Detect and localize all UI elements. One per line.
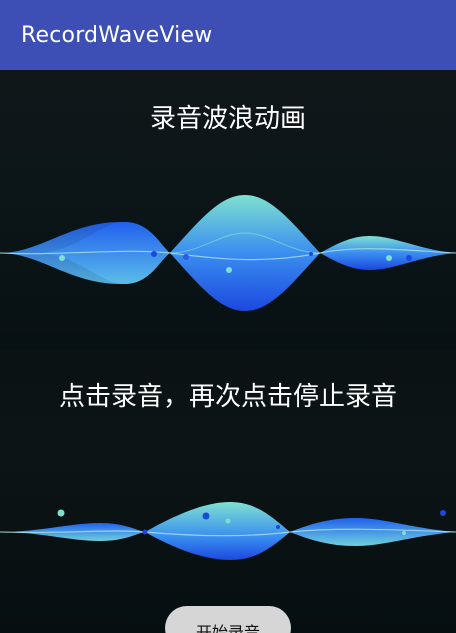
- record-wave-view-bottom[interactable]: [0, 480, 456, 580]
- wave-dot: [57, 509, 65, 517]
- wave-dot: [183, 254, 189, 260]
- wave-dot: [151, 251, 157, 257]
- wave-dot: [386, 255, 392, 261]
- wave-dot: [406, 255, 412, 261]
- instruction-text: 点击录音，再次点击停止录音: [58, 382, 397, 412]
- wave-dot: [276, 525, 280, 529]
- wave-dot: [440, 510, 446, 516]
- wave-layer-right: [320, 236, 456, 270]
- record-wave-view-top[interactable]: [0, 190, 456, 320]
- wave-layer-center: [145, 502, 290, 560]
- wave-title: 录音波浪动画: [149, 104, 306, 134]
- wave-dot: [226, 267, 232, 273]
- app-title: RecordWaveView: [21, 22, 213, 48]
- wave-dot: [142, 529, 148, 535]
- app-bar: RecordWaveView: [0, 0, 456, 70]
- wave-dot: [225, 518, 231, 524]
- content-area: 录音波浪动画 点击录音，再次点击停止录音 开始录音: [0, 70, 456, 633]
- wave-dot: [309, 252, 313, 256]
- wave-layer-right: [290, 518, 456, 546]
- wave-layer-center: [170, 195, 320, 311]
- wave-dot: [59, 255, 65, 261]
- start-record-button[interactable]: 开始录音: [165, 606, 291, 633]
- wave-dot: [202, 512, 210, 520]
- wave-dot: [402, 531, 406, 535]
